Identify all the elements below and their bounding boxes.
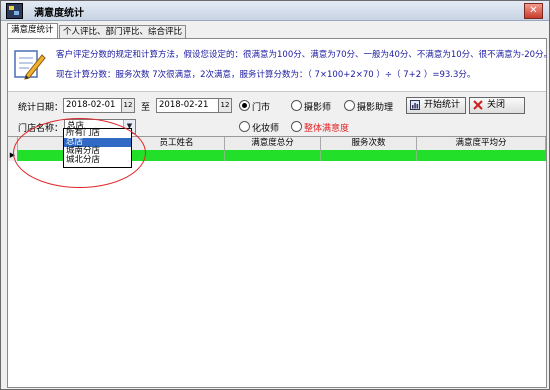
- app-icon: [6, 3, 23, 19]
- window-close-button[interactable]: ✕: [524, 3, 543, 19]
- radio-overall-label: 整体满意度: [304, 124, 350, 134]
- radio-overall[interactable]: [291, 121, 302, 132]
- radio-photographer-label: 摄影师: [304, 103, 332, 113]
- content-panel: 客户评定分数的规定和计算方法，假设您设定的：很满意为100分、满意为70分、一般…: [7, 38, 550, 388]
- title-bar: 满意度统计 ✕: [1, 1, 549, 21]
- radio-photo-assistant[interactable]: [344, 100, 355, 111]
- start-stats-label: 开始统计: [424, 100, 461, 110]
- report-icon: [410, 100, 420, 110]
- note-pencil-icon: [14, 50, 46, 80]
- window-title: 满意度统计: [34, 8, 84, 19]
- radio-photographer[interactable]: [291, 100, 302, 111]
- to-label: 至: [141, 103, 151, 113]
- date-from-field[interactable]: 2018-02-01 12: [63, 98, 135, 113]
- cell-average-score: [417, 150, 545, 161]
- close-icon: [473, 100, 483, 110]
- cell-total-score: [225, 150, 321, 161]
- date-to-field[interactable]: 2018-02-21 12: [156, 98, 232, 113]
- radio-makeup-artist[interactable]: [239, 121, 250, 132]
- date-from-value: 2018-02-01: [66, 100, 116, 110]
- close-label: 关闭: [487, 100, 506, 110]
- radio-makeup-artist-label: 化妆师: [252, 124, 280, 134]
- date-to-value: 2018-02-21: [159, 100, 209, 110]
- radio-storefront-label: 门市: [252, 103, 271, 113]
- cell-service-count: [321, 150, 417, 161]
- tab-satisfaction-stats[interactable]: 满意度统计: [7, 23, 58, 39]
- date-label: 统计日期：: [18, 103, 64, 113]
- column-service-count[interactable]: 服务次数: [321, 137, 417, 150]
- start-stats-button[interactable]: 开始统计: [406, 97, 466, 114]
- date-to-picker-button[interactable]: 12: [218, 99, 231, 112]
- radio-photo-assistant-label: 摄影助理: [357, 103, 394, 113]
- date-from-picker-button[interactable]: 12: [121, 99, 134, 112]
- main-window: 满意度统计 ✕ 满意度统计 个人评比、部门评比、综合评比 客户评定分数的规定和计…: [0, 0, 550, 390]
- calculation-example: 现在计算分数：服务次数 7次很满意，2次满意，服务计算分数为：（ 7×100+2…: [56, 70, 476, 80]
- column-average-score[interactable]: 满意度平均分: [417, 137, 546, 150]
- close-button[interactable]: 关闭: [469, 97, 525, 114]
- radio-storefront[interactable]: [239, 100, 250, 111]
- tab-rankings[interactable]: 个人评比、部门评比、综合评比: [59, 25, 187, 39]
- rule-description: 客户评定分数的规定和计算方法，假设您设定的：很满意为100分、满意为70分、一般…: [56, 50, 550, 60]
- column-total-score[interactable]: 满意度总分: [225, 137, 321, 150]
- annotation-circle: [13, 118, 146, 188]
- info-section: 客户评定分数的规定和计算方法，假设您设定的：很满意为100分、满意为70分、一般…: [8, 39, 550, 91]
